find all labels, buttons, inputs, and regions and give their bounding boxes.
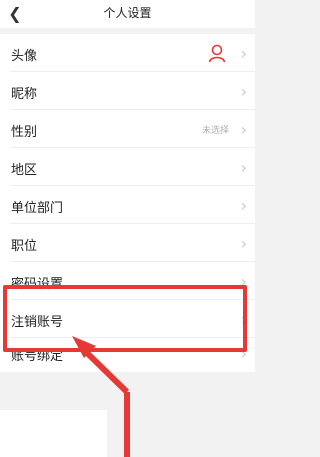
annotation-arrow: [72, 336, 130, 457]
